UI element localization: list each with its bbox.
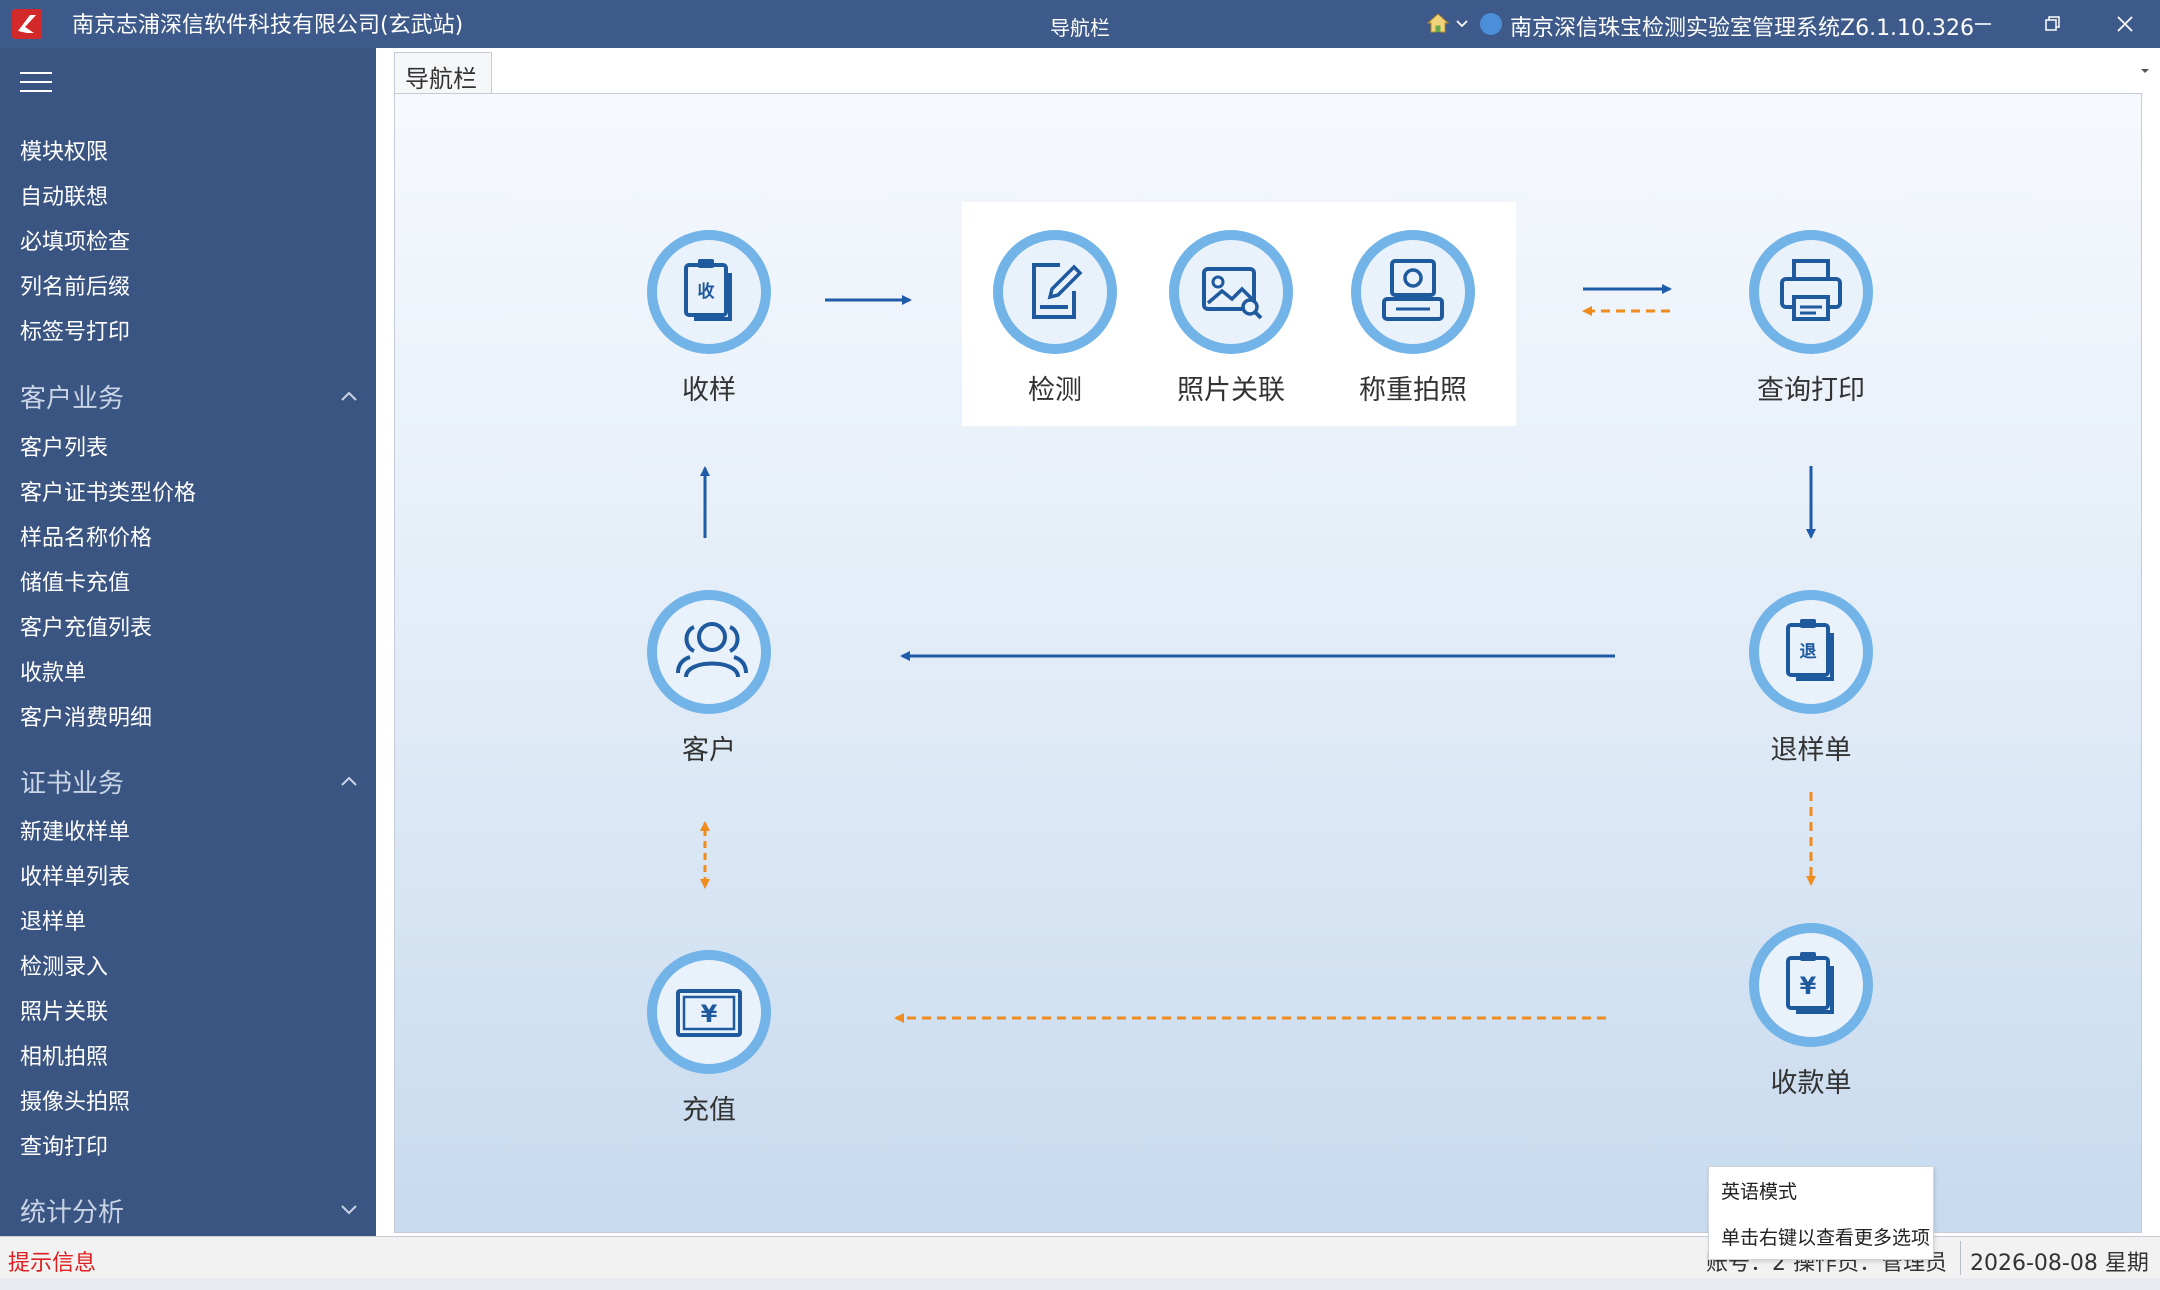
app-title: 南京志浦深信软件科技有限公司(玄武站) [72, 13, 464, 38]
sidebar: 模块权限 自动联想 必填项检查 列名前后缀 标签号打印 客户业务 客户列表 客户… [0, 48, 376, 1236]
query-print-label[interactable]: 查询打印 [1711, 368, 1911, 407]
receive-char: 收 [698, 281, 715, 302]
receive-node-icon[interactable]: 收 [644, 227, 774, 357]
query-print-node-icon[interactable] [1746, 227, 1876, 357]
window-title: 导航栏 [1050, 16, 1110, 40]
photo-link-label[interactable]: 照片关联 [1131, 368, 1331, 407]
recharge-node-icon[interactable]: ¥ [644, 947, 774, 1077]
restore-icon [2045, 16, 2060, 31]
close-button[interactable] [2090, 0, 2160, 48]
recharge-yuan-char: ¥ [701, 1000, 718, 1028]
system-title: 南京深信珠宝检测实验室管理系统Z6.1.10.326 [1510, 16, 1975, 41]
photo-link-node-icon[interactable] [1166, 227, 1296, 357]
sidebar-section-certificate[interactable]: 证书业务 [20, 763, 124, 800]
status-hint: 提示信息 [8, 1251, 97, 1276]
chevron-down-icon[interactable] [340, 1204, 358, 1216]
tab-menu-icon[interactable] [2138, 66, 2152, 76]
minimize-button[interactable] [1948, 0, 2018, 48]
payment-node-icon[interactable]: ¥ [1746, 920, 1876, 1050]
return-slip-node-icon[interactable]: 退 [1746, 587, 1876, 717]
info-icon[interactable] [1480, 13, 1502, 35]
sidebar-item-new-receive[interactable]: 新建收样单 [20, 814, 130, 846]
status-divider [1960, 1241, 1961, 1275]
sidebar-section-statistics[interactable]: 统计分析 [20, 1192, 124, 1229]
tab-navigation[interactable]: 导航栏 [394, 52, 492, 94]
app-logo-icon [12, 9, 42, 39]
sidebar-item-consumption-detail[interactable]: 客户消费明细 [20, 700, 152, 732]
return-slip-label[interactable]: 退样单 [1711, 728, 1911, 767]
chevron-up-icon[interactable] [340, 390, 358, 402]
sidebar-item-photo-link[interactable]: 照片关联 [20, 994, 108, 1026]
sidebar-item-camera-photo[interactable]: 相机拍照 [20, 1039, 108, 1071]
sidebar-item-webcam-photo[interactable]: 摄像头拍照 [20, 1084, 130, 1116]
sidebar-item-label-print[interactable]: 标签号打印 [20, 314, 130, 346]
chevron-down-icon [1456, 20, 1468, 28]
sidebar-item-customer-cert-price[interactable]: 客户证书类型价格 [20, 475, 196, 507]
chevron-up-icon[interactable] [340, 775, 358, 787]
payment-yuan-char: ¥ [1800, 972, 1817, 1000]
sidebar-item-receive-list[interactable]: 收样单列表 [20, 859, 130, 891]
sidebar-item-return-slip[interactable]: 退样单 [20, 904, 86, 936]
home-dropdown-button[interactable] [1424, 10, 1472, 38]
sidebar-item-query-print[interactable]: 查询打印 [20, 1129, 108, 1161]
bottom-edge [0, 1278, 2160, 1290]
receive-label[interactable]: 收样 [609, 368, 809, 407]
ime-tooltip: 英语模式 单击右键以查看更多选项 [1708, 1166, 1934, 1260]
return-char: 退 [1800, 642, 1817, 662]
tooltip-mode-text: 英语模式 [1721, 1181, 1798, 1203]
minimize-icon [1975, 23, 1991, 25]
sidebar-item-column-affix[interactable]: 列名前后缀 [20, 269, 130, 301]
sidebar-item-auto-suggest[interactable]: 自动联想 [20, 179, 108, 211]
restore-button[interactable] [2018, 0, 2088, 48]
sidebar-item-payment-slip[interactable]: 收款单 [20, 655, 86, 687]
weigh-photo-label[interactable]: 称重拍照 [1313, 368, 1513, 407]
sidebar-item-card-recharge[interactable]: 储值卡充值 [20, 565, 130, 597]
weigh-photo-node-icon[interactable] [1348, 227, 1478, 357]
detect-node-icon[interactable] [990, 227, 1120, 357]
sidebar-item-detect-entry[interactable]: 检测录入 [20, 949, 108, 981]
detect-label[interactable]: 检测 [955, 368, 1155, 407]
sidebar-section-customer[interactable]: 客户业务 [20, 378, 124, 415]
home-icon [1426, 13, 1450, 33]
customer-label[interactable]: 客户 [609, 728, 809, 767]
sidebar-item-customer-list[interactable]: 客户列表 [20, 430, 108, 462]
title-bar: 南京志浦深信软件科技有限公司(玄武站) 导航栏 南京深信珠宝检测实验室管理系统Z… [0, 0, 2160, 48]
menu-toggle-icon[interactable] [20, 72, 52, 94]
sidebar-item-module-permission[interactable]: 模块权限 [20, 134, 108, 166]
tooltip-hint-text: 单击右键以查看更多选项 [1721, 1227, 1931, 1249]
sidebar-item-recharge-list[interactable]: 客户充值列表 [20, 610, 152, 642]
sidebar-item-sample-name-price[interactable]: 样品名称价格 [20, 520, 152, 552]
recharge-label[interactable]: 充值 [609, 1088, 809, 1127]
customer-node-icon[interactable] [644, 587, 774, 717]
sidebar-item-required-check[interactable]: 必填项检查 [20, 224, 130, 256]
payment-label[interactable]: 收款单 [1711, 1061, 1911, 1100]
close-icon [2117, 16, 2133, 32]
